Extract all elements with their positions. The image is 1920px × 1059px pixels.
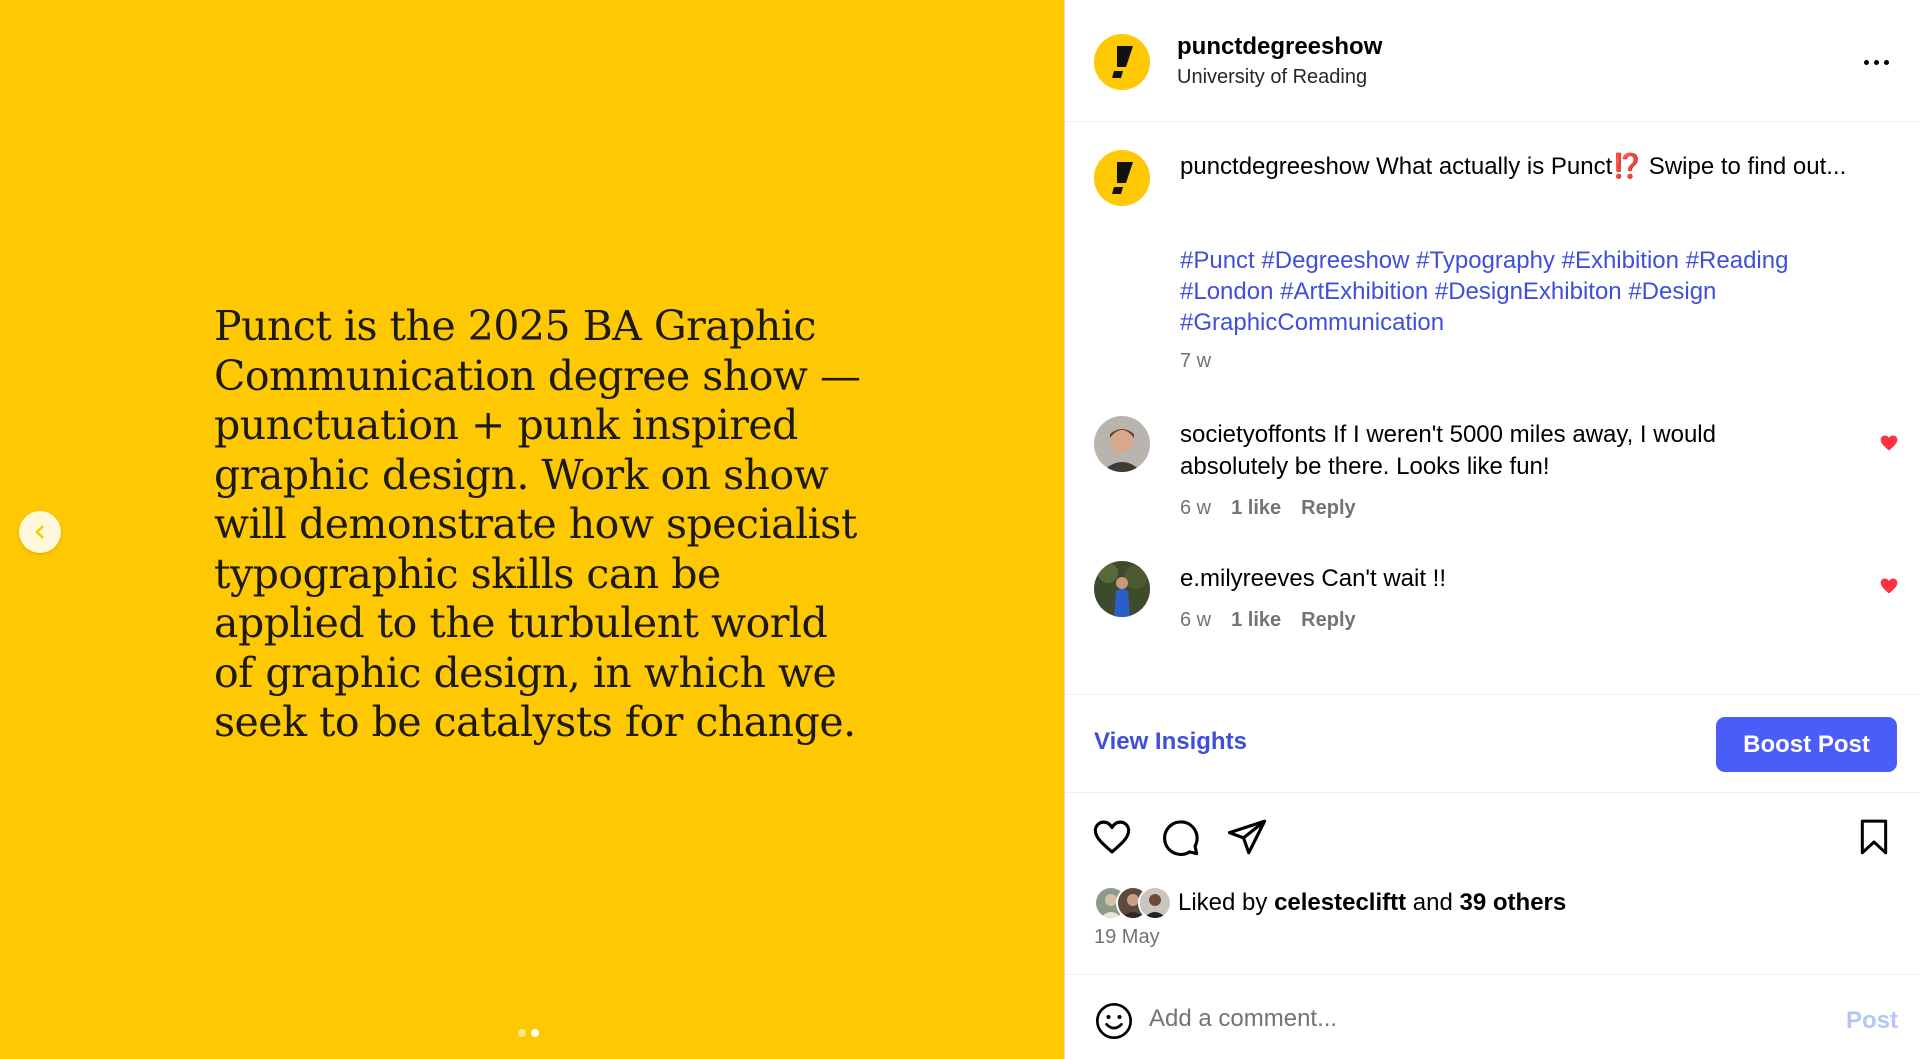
more-dot: [1873, 59, 1879, 65]
hashtag-link[interactable]: #Typography: [1416, 247, 1555, 274]
post-comment-button[interactable]: Post: [1846, 1007, 1898, 1035]
liked-by-others[interactable]: 39 others: [1460, 889, 1567, 916]
caption-text: What actually is Punct: [1376, 153, 1613, 180]
hashtag-link[interactable]: #Exhibition: [1562, 247, 1679, 274]
emoji-icon[interactable]: [1094, 1001, 1134, 1041]
hashtag-link[interactable]: #Degreeshow: [1261, 247, 1409, 274]
liked-by-and: and: [1412, 889, 1453, 916]
comment-meta: 6 w 1 like Reply: [1180, 497, 1356, 520]
post-location[interactable]: University of Reading: [1177, 66, 1367, 89]
liker-avatar[interactable]: [1138, 886, 1172, 920]
save-button[interactable]: [1852, 815, 1896, 859]
hashtag-link[interactable]: #DesignExhibiton: [1435, 278, 1622, 305]
hashtag-link[interactable]: #Punct: [1180, 247, 1255, 274]
hashtag-link[interactable]: #London: [1180, 278, 1273, 305]
more-options-button[interactable]: [1856, 52, 1896, 72]
comment-timestamp[interactable]: 6 w: [1180, 609, 1211, 632]
liked-by-username[interactable]: celestecliftt: [1274, 889, 1406, 916]
slide-indicator: [518, 1029, 539, 1037]
view-insights-link[interactable]: View Insights: [1094, 728, 1247, 756]
comment-likes[interactable]: 1 like: [1231, 609, 1281, 632]
person-avatar-icon: [1094, 561, 1150, 617]
comment-username[interactable]: e.milyreeves: [1180, 565, 1315, 592]
person-avatar-icon: [1140, 888, 1170, 918]
comment-meta: 6 w 1 like Reply: [1180, 609, 1356, 632]
reply-button[interactable]: Reply: [1301, 609, 1355, 632]
comment-like-heart-icon[interactable]: [1879, 576, 1899, 596]
reply-button[interactable]: Reply: [1301, 497, 1355, 520]
more-dot: [1883, 59, 1889, 65]
comment-icon: [1163, 820, 1199, 857]
hashtag-link[interactable]: #Reading: [1686, 247, 1789, 274]
caption-text-after: Swipe to find out...: [1642, 153, 1847, 180]
comment-likes[interactable]: 1 like: [1231, 497, 1281, 520]
post-details: punctdegreeshow University of Reading pu…: [1065, 0, 1920, 1059]
comment-body: e.milyreeves Can't wait !!: [1180, 563, 1820, 595]
punct-logo-icon: [1112, 46, 1133, 78]
hashtag-link[interactable]: #GraphicCommunication: [1180, 309, 1444, 336]
comment-username[interactable]: societyoffonts: [1180, 421, 1326, 448]
previous-slide-button[interactable]: [19, 511, 61, 553]
more-dot: [1863, 59, 1869, 65]
heart-icon: [1093, 820, 1131, 854]
caption-username[interactable]: punctdegreeshow: [1180, 153, 1369, 180]
hashtag-link[interactable]: #Design: [1628, 278, 1716, 305]
comment-timestamp[interactable]: 6 w: [1180, 497, 1211, 520]
slide-dot[interactable]: [518, 1029, 526, 1037]
post-media: Punct is the 2025 BA Graphic Communicati…: [0, 0, 1065, 1059]
hashtag-link[interactable]: #ArtExhibition: [1280, 278, 1428, 305]
share-button[interactable]: [1225, 815, 1269, 859]
liked-by-row: Liked by celestecliftt and 39 others: [1094, 886, 1566, 920]
slide-text: Punct is the 2025 BA Graphic Communicati…: [214, 302, 861, 746]
comment-body: societyoffonts If I weren't 5000 miles a…: [1180, 419, 1820, 483]
bookmark-icon: [1860, 819, 1888, 855]
profile-avatar[interactable]: [1094, 34, 1150, 90]
liked-by-text: Liked by celestecliftt and 39 others: [1178, 889, 1566, 917]
post-caption: punctdegreeshow What actually is Punct⁉️…: [1180, 151, 1860, 183]
caption-timestamp[interactable]: 7 w: [1180, 350, 1211, 373]
boost-post-button[interactable]: Boost Post: [1716, 717, 1897, 772]
commenter-avatar[interactable]: [1094, 416, 1150, 472]
post-viewer: Punct is the 2025 BA Graphic Communicati…: [0, 0, 1920, 1059]
post-author-username[interactable]: punctdegreeshow: [1177, 33, 1382, 61]
add-comment-bar: Post: [1065, 974, 1920, 1059]
person-avatar-icon: [1094, 416, 1150, 472]
comment-input[interactable]: [1149, 999, 1789, 1039]
chevron-left-icon: [35, 525, 44, 539]
comment-text: Can't wait !!: [1321, 565, 1447, 592]
comment-like-heart-icon[interactable]: [1879, 433, 1899, 453]
post-date[interactable]: 19 May: [1094, 926, 1160, 949]
caption-avatar[interactable]: [1094, 150, 1150, 206]
post-actions: [1065, 815, 1920, 865]
comment-button[interactable]: [1158, 815, 1202, 859]
insights-bar: View Insights Boost Post: [1065, 694, 1920, 793]
punct-logo-icon: [1112, 162, 1133, 194]
interrobang-emoji: ⁉️: [1612, 153, 1643, 180]
slide-dot-active[interactable]: [531, 1029, 539, 1037]
send-icon: [1227, 819, 1267, 855]
post-header: punctdegreeshow University of Reading: [1065, 0, 1920, 122]
commenter-avatar[interactable]: [1094, 561, 1150, 617]
like-button[interactable]: [1090, 815, 1134, 859]
hashtag-list: #Punct #Degreeshow #Typography #Exhibiti…: [1180, 245, 1860, 338]
liked-by-prefix: Liked by: [1178, 889, 1268, 916]
